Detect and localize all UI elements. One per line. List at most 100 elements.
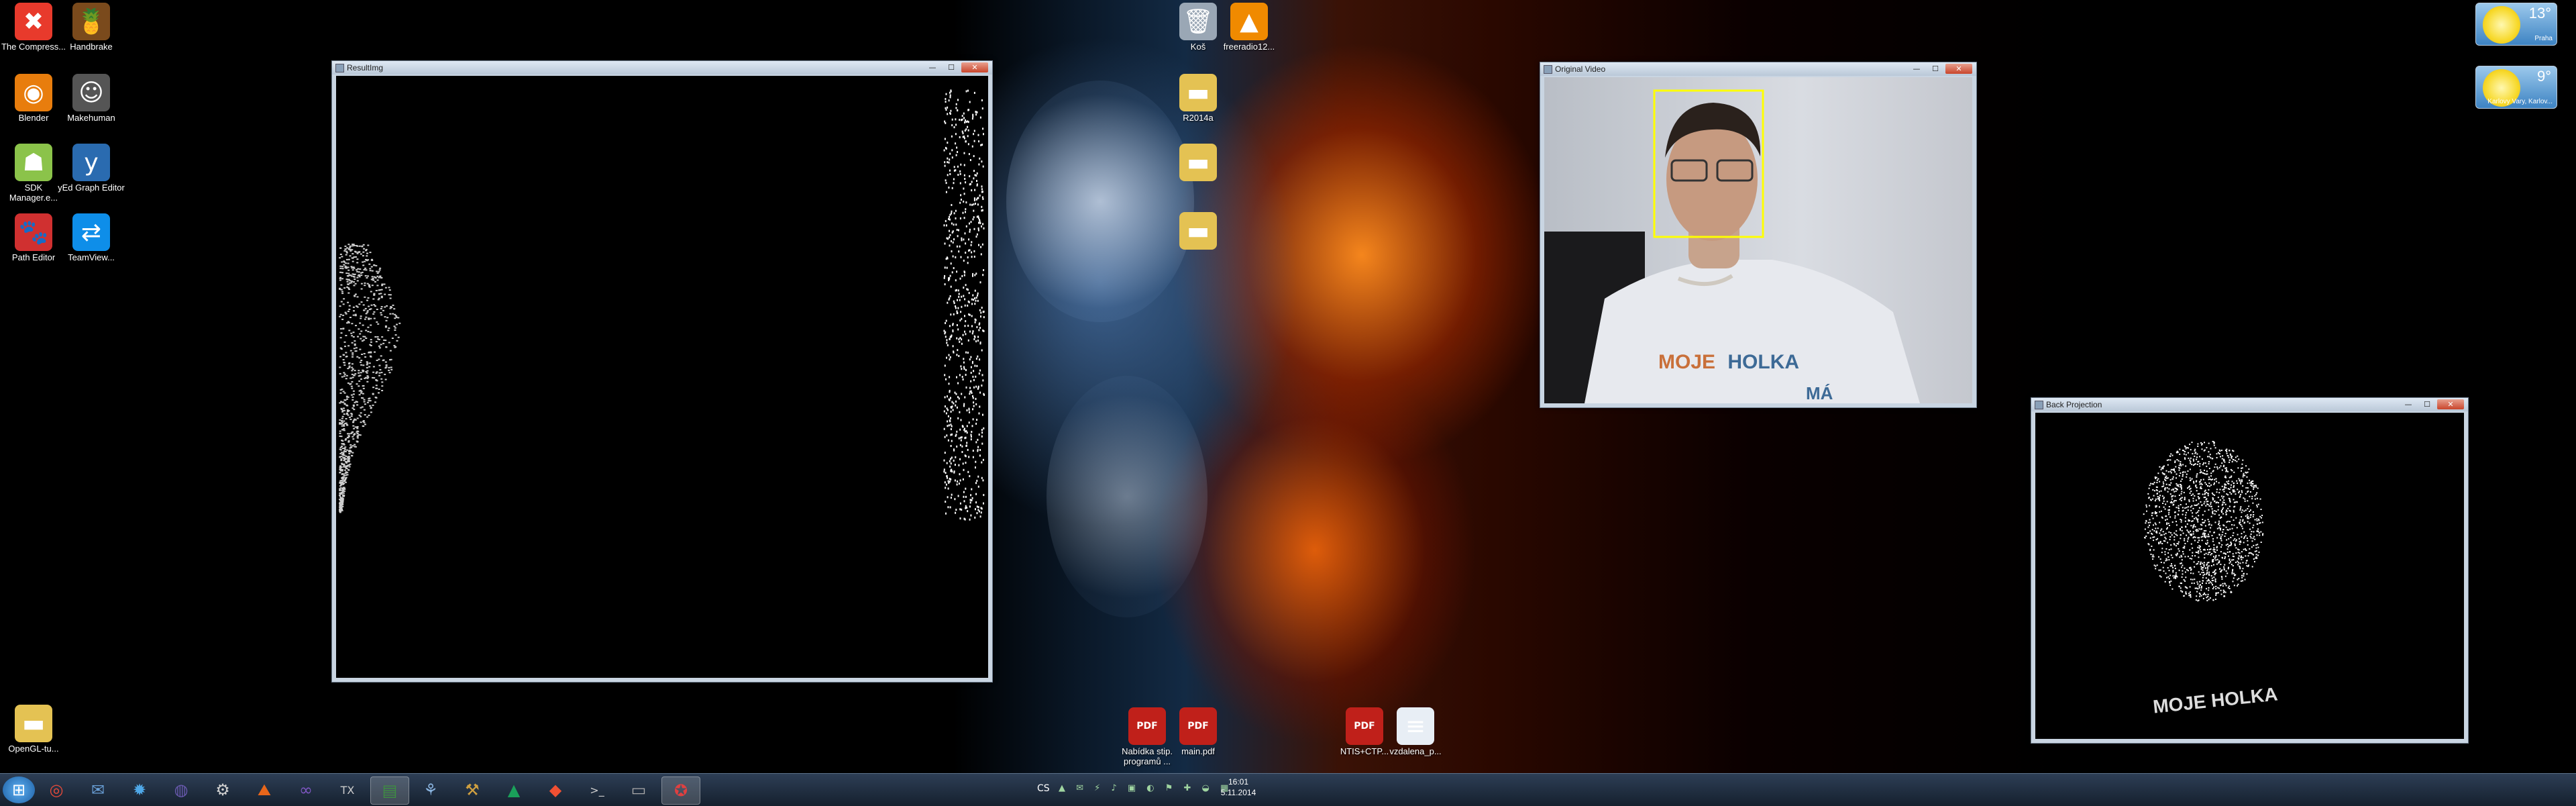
back-projection-speck xyxy=(2198,561,2200,563)
taskbar-app-button[interactable]: ⚘ xyxy=(412,776,449,803)
taskbar-app-button[interactable]: ∞ xyxy=(287,776,325,803)
weather-gadget[interactable]: 9° Karlovy Vary, Karlov... xyxy=(2475,66,2557,109)
taskbar-app-button[interactable]: ✹ xyxy=(121,776,158,803)
noise-speck xyxy=(363,409,366,411)
maximize-button[interactable]: ☐ xyxy=(1927,64,1944,74)
taskbar-app-button[interactable]: ▤ xyxy=(370,776,409,805)
noise-speck xyxy=(953,166,955,168)
taskbar-app-button[interactable]: TX xyxy=(329,776,366,803)
noise-speck xyxy=(975,203,976,205)
noise-speck xyxy=(983,227,985,230)
desktop-icon[interactable]: ▬ xyxy=(1165,144,1232,183)
back-projection-speck xyxy=(2184,556,2186,558)
taskbar-app-button[interactable]: ◎ xyxy=(38,776,75,803)
desktop-icon[interactable]: PDF main.pdf xyxy=(1165,707,1232,756)
noise-speck xyxy=(980,246,982,248)
back-projection-speck xyxy=(2237,483,2239,484)
taskbar-app-button[interactable]: ⛰ xyxy=(246,776,283,803)
noise-speck xyxy=(947,344,949,346)
minimize-button[interactable]: — xyxy=(2400,399,2417,409)
back-projection-speck xyxy=(2247,487,2249,489)
taskbar-app-button[interactable]: ✉ xyxy=(79,776,117,803)
noise-speck xyxy=(982,165,984,168)
noise-speck xyxy=(978,329,980,332)
triangle-app-icon: ▲ xyxy=(507,780,521,799)
title-bar[interactable]: ResultImg — ☐ ✕ xyxy=(332,61,992,74)
back-projection-speck xyxy=(2256,506,2258,508)
back-projection-speck xyxy=(2217,452,2219,454)
noise-speck xyxy=(965,320,967,323)
back-projection-window[interactable]: Back Projection — ☐ ✕ MOJE HOLKA xyxy=(2031,397,2469,744)
back-projection-speck xyxy=(2195,517,2197,519)
back-projection-speck xyxy=(2233,471,2235,473)
close-button[interactable]: ✕ xyxy=(2437,399,2464,409)
desktop-icon[interactable]: 🐾 Path Editor xyxy=(0,213,67,262)
back-projection-speck xyxy=(2208,599,2210,601)
desktop-icon[interactable]: ▬ xyxy=(1165,212,1232,251)
noise-speck xyxy=(358,303,361,305)
start-button[interactable]: ⊞ xyxy=(3,776,35,803)
language-indicator[interactable]: CS xyxy=(1037,783,1050,794)
desktop-icon[interactable]: ▬ R2014a xyxy=(1165,74,1232,123)
noise-speck xyxy=(959,217,961,219)
taskbar-app-button[interactable]: ◍ xyxy=(162,776,200,803)
noise-speck xyxy=(363,399,366,401)
noise-speck xyxy=(346,449,349,451)
back-projection-speck xyxy=(2178,510,2180,512)
close-button[interactable]: ✕ xyxy=(961,62,988,72)
back-projection-speck xyxy=(2249,516,2251,518)
desktop-icon[interactable]: ▬ OpenGL-tu... xyxy=(0,705,67,754)
minimize-button[interactable]: — xyxy=(1908,64,1925,74)
noise-speck xyxy=(964,130,966,132)
back-projection-speck xyxy=(2178,548,2180,550)
desktop-icon[interactable]: 🍍 Handbrake xyxy=(58,3,125,52)
back-projection-speck xyxy=(2204,536,2206,538)
taskbar-app-button[interactable]: >_ xyxy=(578,776,616,803)
desktop-icon[interactable]: ✖ The Compress... xyxy=(0,3,67,52)
maximize-button[interactable]: ☐ xyxy=(2418,399,2436,409)
noise-speck xyxy=(377,323,380,325)
desktop[interactable]: ✖ The Compress... 🍍 Handbrake ◉ Blender ☺ Makeh… xyxy=(0,0,2576,773)
desktop-icon[interactable]: ≡ vzdalena_p... xyxy=(1382,707,1449,756)
noise-speck xyxy=(390,368,393,370)
back-projection-speck xyxy=(2240,555,2242,557)
back-projection-speck xyxy=(2185,576,2187,578)
noise-speck xyxy=(977,197,979,199)
desktop-icon[interactable]: ◉ Blender xyxy=(0,74,67,123)
back-projection-speck xyxy=(2235,552,2237,554)
minimize-button[interactable]: — xyxy=(924,62,941,72)
result-image-window[interactable]: ResultImg — ☐ ✕ xyxy=(331,60,993,683)
back-projection-speck xyxy=(2207,456,2208,458)
noise-speck xyxy=(979,405,981,408)
close-button[interactable]: ✕ xyxy=(1945,64,1972,74)
taskbar: ⊞ ◎ ✉ ✹ ◍ ⚙ ⛰ ∞ TX ▤ ⚘ ⚒ ▲ ◆ >_ ▭ ✪ CS ▲ ✉ ⚡ ♪ ▣ ◐ ⚑ ✚ … xyxy=(0,773,2576,806)
noise-speck xyxy=(961,451,963,453)
taskbar-app-button[interactable]: ▲ xyxy=(495,776,533,803)
weather-gadget[interactable]: 13° Praha xyxy=(2475,3,2557,46)
desktop-icon[interactable]: ▲ freeradio12... xyxy=(1216,3,1283,52)
original-video-window[interactable]: Original Video — ☐ ✕ MOJE HOLKA MÁ xyxy=(1540,62,1977,408)
clock[interactable]: 16:01 5.11.2014 xyxy=(1212,776,1265,798)
back-projection-speck xyxy=(2180,521,2182,523)
taskbar-app-button[interactable]: ▭ xyxy=(620,776,657,803)
maximize-button[interactable]: ☐ xyxy=(943,62,960,72)
back-projection-speck xyxy=(2182,573,2184,575)
title-bar[interactable]: Back Projection — ☐ ✕ xyxy=(2031,398,2468,411)
noise-speck xyxy=(957,328,959,331)
system-tray-icons[interactable]: ▲ ✉ ⚡ ♪ ▣ ◐ ⚑ ✚ ◒ ▦ xyxy=(1059,783,1232,793)
noise-speck xyxy=(974,321,976,323)
noise-speck xyxy=(350,385,353,387)
desktop-icon[interactable]: ☺ Makehuman xyxy=(58,74,125,123)
taskbar-app-button[interactable]: ◆ xyxy=(537,776,574,803)
desktop-icon[interactable]: y yEd Graph Editor xyxy=(58,144,125,193)
title-bar[interactable]: Original Video — ☐ ✕ xyxy=(1540,62,1976,76)
back-projection-speck xyxy=(2254,495,2256,497)
noise-speck xyxy=(955,209,957,212)
back-projection-speck xyxy=(2202,472,2204,474)
taskbar-app-button[interactable]: ✪ xyxy=(661,776,700,805)
taskbar-app-button[interactable]: ⚒ xyxy=(453,776,491,803)
back-projection-speck xyxy=(2240,483,2242,485)
taskbar-app-button[interactable]: ⚙ xyxy=(204,776,241,803)
desktop-icon[interactable]: ⇄ TeamView... xyxy=(58,213,125,262)
desktop-icon[interactable]: ☗ SDK Manager.e... xyxy=(0,144,67,203)
